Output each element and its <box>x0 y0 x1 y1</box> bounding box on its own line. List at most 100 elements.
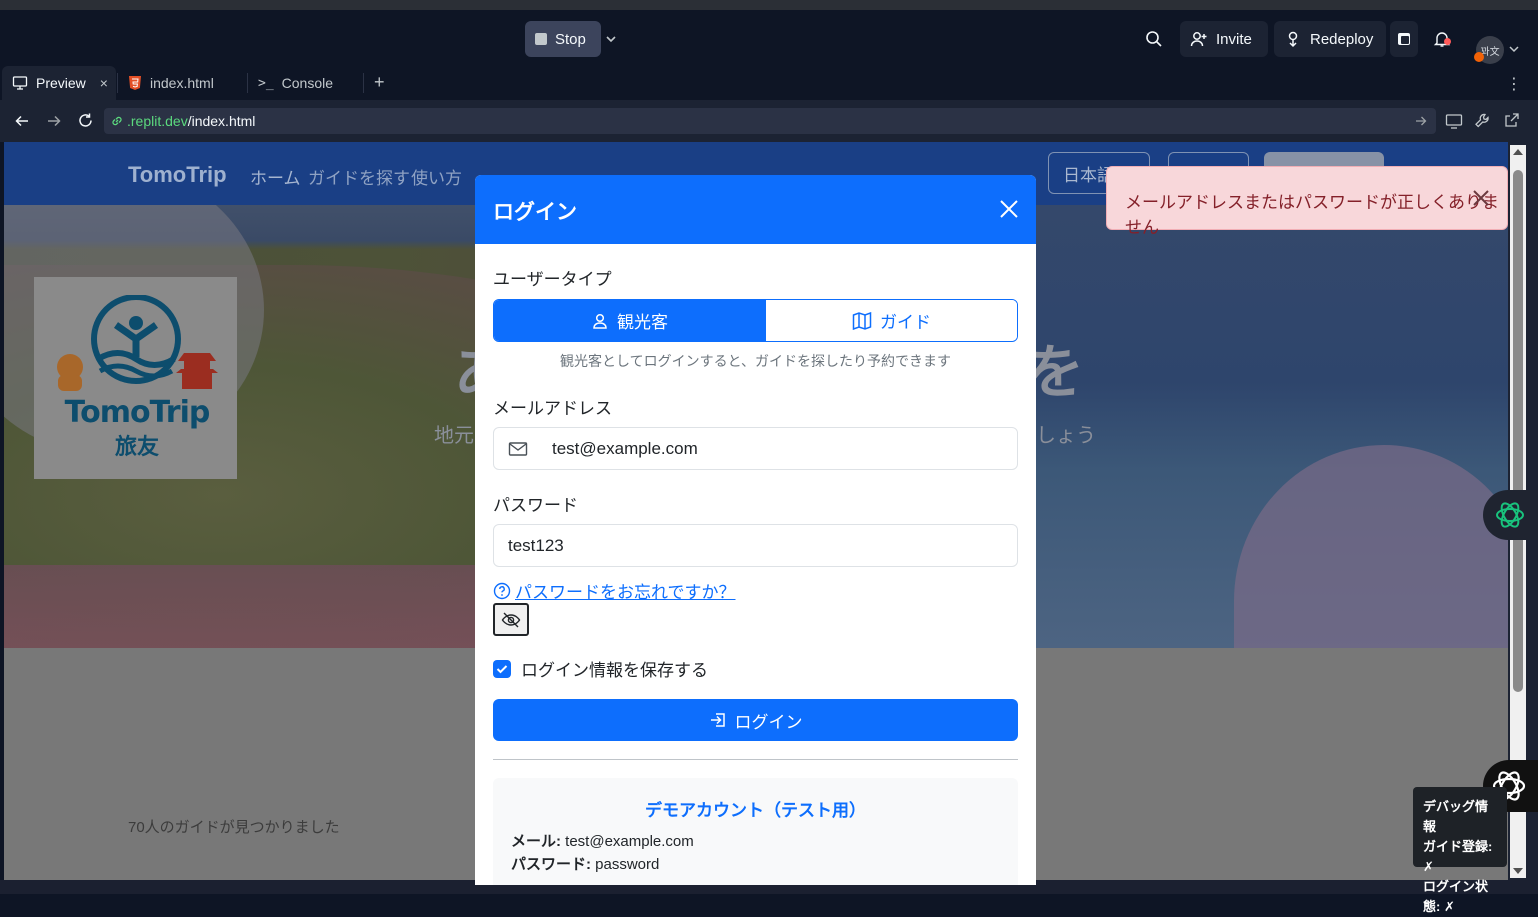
user-type-toggle: 観光客 ガイド <box>493 299 1018 342</box>
scroll-down-arrow-icon[interactable] <box>1512 866 1524 876</box>
replit-topbar: Stop Invite Redeploy 꽈文 <box>0 10 1538 66</box>
email-label: メールアドレス <box>493 399 612 418</box>
person-icon <box>591 312 609 330</box>
shisa-icon <box>57 354 83 391</box>
avatar-status-dot <box>1474 52 1484 62</box>
chevron-down-icon[interactable] <box>604 32 618 46</box>
tomotrip-logo: TomoTrip 旅友 <box>34 277 237 479</box>
go-arrow-icon[interactable] <box>1414 114 1428 128</box>
remember-me-label: ログイン情報を保存する <box>521 661 708 680</box>
email-field[interactable]: test@example.com <box>493 427 1018 470</box>
tourist-label: 観光客 <box>617 313 668 332</box>
debug-panel: デバッグ情報 ガイド登録: ✗ ログイン状態: ✗ <box>1413 787 1507 914</box>
monitor-icon <box>12 75 28 91</box>
tab-label: Preview <box>36 75 86 91</box>
nav-link-find-guides[interactable]: ガイドを探す <box>308 164 410 189</box>
stop-button[interactable]: Stop <box>525 21 601 57</box>
invite-label: Invite <box>1216 30 1252 48</box>
modal-title: ログイン <box>493 201 577 224</box>
debug-login-state: ログイン状態: ✗ <box>1423 879 1489 914</box>
forward-arrow-icon[interactable] <box>46 113 62 129</box>
link-icon <box>110 114 124 128</box>
tourist-toggle-button[interactable]: 観光客 <box>494 300 765 341</box>
ai-assistant-button[interactable] <box>1483 490 1538 540</box>
nav-link-how-to[interactable]: 使い方 <box>411 164 462 189</box>
demo-password-line: パスワード: password <box>511 853 659 874</box>
tab-bar: Preview × index.html >_ Console <box>0 66 1538 100</box>
add-user-icon <box>1190 30 1208 48</box>
hero-subtitle-left: 地元 <box>434 425 474 447</box>
url-path: /index.html <box>187 113 256 129</box>
notification-dot <box>1444 38 1451 45</box>
external-link-icon[interactable] <box>1504 112 1520 128</box>
divider <box>493 759 1018 760</box>
new-tab-plus-icon[interactable]: + <box>374 72 385 93</box>
url-host: .replit.dev <box>127 113 188 129</box>
html5-icon <box>128 75 142 91</box>
url-input[interactable]: .replit.dev/index.html <box>104 108 1436 134</box>
forgot-password-link[interactable]: パスワードをお忘れですか？ <box>493 578 736 603</box>
password-field[interactable]: test123 <box>493 524 1018 567</box>
scroll-up-arrow-icon[interactable] <box>1512 147 1524 157</box>
results-count-text: 70人のガイドが見つかりました <box>128 819 340 836</box>
remember-me-checkbox[interactable]: ログイン情報を保存する <box>493 656 708 681</box>
hero-rock-image <box>4 565 524 648</box>
back-arrow-icon[interactable] <box>14 113 30 129</box>
hero-subtitle-right: しょう <box>1036 425 1096 447</box>
tab-label: Console <box>281 75 334 91</box>
sign-in-icon <box>709 711 727 729</box>
user-type-label: ユーザータイプ <box>493 270 612 289</box>
demo-password-value: password <box>591 856 660 873</box>
tab-index-html[interactable]: index.html <box>118 66 246 100</box>
toggle-password-visibility-button[interactable] <box>493 603 529 636</box>
demo-password-key: パスワード: <box>511 856 591 873</box>
device-icon[interactable] <box>1445 112 1463 130</box>
demo-account-box: デモアカウント（テスト用） メール: test@example.com パスワー… <box>493 778 1018 885</box>
search-icon[interactable] <box>1145 30 1163 48</box>
more-vertical-icon[interactable]: ⋮ <box>1506 74 1522 94</box>
openai-icon <box>1493 498 1527 532</box>
demo-email-value: test@example.com <box>561 833 694 850</box>
scrollbar-thumb[interactable] <box>1513 170 1523 692</box>
close-icon[interactable] <box>997 197 1021 221</box>
error-message: メールアドレスまたはパスワードが正しくありません <box>1125 193 1499 237</box>
site-brand[interactable]: TomoTrip <box>128 162 227 188</box>
redeploy-button[interactable]: Redeploy <box>1274 21 1386 57</box>
tab-separator <box>363 73 364 93</box>
close-icon[interactable]: × <box>100 75 108 91</box>
login-label: ログイン <box>734 712 803 732</box>
logo-wordmark: TomoTrip <box>64 395 211 430</box>
question-circle-icon <box>493 582 511 600</box>
deploy-icon <box>1284 30 1302 48</box>
checkbox-checked-icon[interactable] <box>493 659 511 678</box>
chevron-down-icon[interactable] <box>1508 43 1520 55</box>
stop-label: Stop <box>555 30 586 48</box>
eye-slash-icon <box>501 612 521 628</box>
wrench-icon[interactable] <box>1474 112 1492 130</box>
login-button[interactable]: ログイン <box>493 699 1018 741</box>
logo-emblem-icon <box>91 295 181 384</box>
email-value: test@example.com <box>552 438 698 458</box>
tab-preview[interactable]: Preview × <box>2 66 116 100</box>
login-modal: ログイン ユーザータイプ 観光客 ガイド 観光客としてログインすると、ガイドを探… <box>475 175 1036 885</box>
map-icon <box>852 311 872 330</box>
nav-link-home[interactable]: ホーム <box>250 164 301 189</box>
debug-title: デバッグ情報 <box>1423 799 1489 834</box>
close-icon[interactable] <box>1471 188 1491 208</box>
tab-label: index.html <box>150 75 214 91</box>
password-value: test123 <box>508 535 564 555</box>
demo-email-key: メール: <box>511 833 561 850</box>
stop-icon <box>535 33 547 45</box>
tab-console[interactable]: >_ Console <box>248 66 362 100</box>
password-label: パスワード <box>493 496 578 515</box>
user-type-hint: 観光客としてログインすると、ガイドを探したり予約できます <box>559 353 952 369</box>
logo-kanji: 旅友 <box>114 434 159 459</box>
demo-account-title: デモアカウント（テスト用） <box>645 801 866 820</box>
forgot-password-label: パスワードをお忘れですか？ <box>515 583 736 602</box>
envelope-icon <box>494 441 542 457</box>
reload-icon[interactable] <box>77 112 94 129</box>
guide-toggle-button[interactable]: ガイド <box>765 300 1017 341</box>
invite-button[interactable]: Invite <box>1180 21 1268 57</box>
error-toast: メールアドレスまたはパスワードが正しくありません <box>1106 166 1508 237</box>
deploy-status-button[interactable] <box>1390 21 1418 57</box>
